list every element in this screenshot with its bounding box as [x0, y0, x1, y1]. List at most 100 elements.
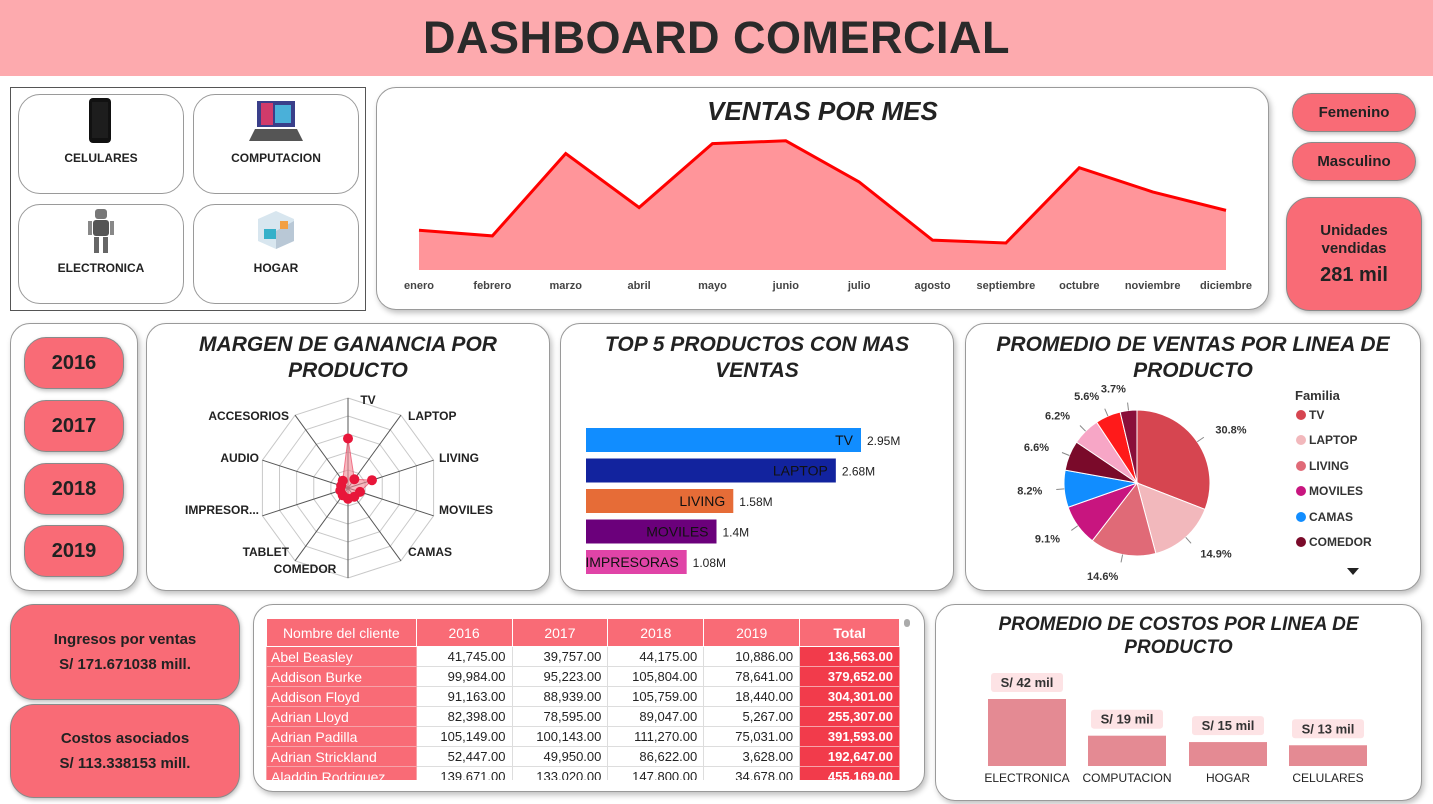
income-card: Ingresos por ventas S/ 171.671038 mill. — [10, 604, 240, 700]
table-cell: 105,759.00 — [607, 686, 705, 707]
pie-legend-item[interactable]: LAPTOP — [1296, 433, 1357, 447]
cost-chart-card: PROMEDIO DE COSTOS POR LINEA DE PRODUCTO… — [935, 604, 1422, 801]
pie-slice-label: 6.6% — [1024, 442, 1049, 454]
table-header-cell[interactable]: 2016 — [415, 618, 513, 647]
pie-legend-item[interactable]: COMEDOR — [1296, 535, 1372, 549]
income-value: S/ 171.671038 mill. — [59, 656, 191, 673]
table-header-cell[interactable]: 2017 — [511, 618, 609, 647]
table-cell: 147,800.00 — [607, 766, 705, 780]
pie-slice-label: 5.6% — [1074, 391, 1099, 403]
category-electronica-button[interactable]: ELECTRONICA — [18, 204, 184, 304]
table-header-cell[interactable]: Total — [799, 618, 900, 647]
category-label: ELECTRONICA — [57, 261, 145, 275]
table-cell: 41,745.00 — [415, 646, 513, 667]
pie-legend-item[interactable]: MOVILES — [1296, 484, 1363, 498]
cost-value-label: S/ 42 mil — [1001, 675, 1054, 690]
cost-category-label: COMPUTACION — [1082, 771, 1171, 785]
top5-value-label: 1.4M — [723, 526, 750, 540]
pie-leader-line — [1196, 436, 1205, 443]
legend-color-dot — [1296, 460, 1306, 471]
table-cell: Abel Beasley — [266, 646, 417, 667]
laptop-icon — [249, 101, 303, 141]
year-2018-button[interactable]: 2018 — [24, 463, 124, 515]
legend-scroll-down-icon[interactable] — [1346, 567, 1360, 577]
cost-value-label: S/ 15 mil — [1202, 718, 1255, 733]
table-cell: 192,647.00 — [799, 746, 900, 767]
table-cell: 111,270.00 — [607, 726, 705, 747]
table-header-cell[interactable]: 2018 — [607, 618, 705, 647]
table-cell: 75,031.00 — [703, 726, 801, 747]
year-2019-button[interactable]: 2019 — [24, 525, 124, 577]
table-row[interactable]: Adrian Padilla 105,149.00 100,143.00 111,27… — [266, 726, 900, 747]
gender-female-button[interactable]: Femenino — [1292, 93, 1416, 132]
table-row[interactable]: Addison Floyd 91,163.00 88,939.00 105,759.0… — [266, 686, 900, 707]
month-tick-label: abril — [627, 280, 650, 292]
cost-bar — [1189, 742, 1267, 766]
table-row[interactable]: Abel Beasley 41,745.00 39,757.00 44,175.00 1… — [266, 646, 900, 667]
pie-chart-card: PROMEDIO DE VENTAS POR LINEA DE PRODUCTO… — [965, 323, 1421, 591]
month-tick-label: diciembre — [1200, 280, 1252, 292]
radar-point — [349, 474, 360, 485]
sales-by-month-chart: enero febrero marzo abril mayo junio julio agos… — [404, 139, 1252, 292]
year-label: 2016 — [51, 351, 97, 374]
year-2017-button[interactable]: 2017 — [24, 400, 124, 452]
table-scrollbar-thumb[interactable] — [904, 619, 910, 627]
table-row[interactable]: Aladdin Rodriguez 139,671.00 133,020.00 147… — [266, 766, 900, 780]
month-tick-label: agosto — [915, 280, 951, 292]
gender-male-button[interactable]: Masculino — [1292, 142, 1416, 181]
legend-label: LAPTOP — [1309, 433, 1358, 448]
table-row[interactable]: Adrian Strickland 52,447.00 49,950.00 86,62… — [266, 746, 900, 767]
radar-axis-label: TV — [360, 393, 375, 407]
table-cell: 95,223.00 — [511, 666, 609, 687]
top5-bar — [586, 428, 861, 452]
table-header-cell[interactable]: Nombre del cliente — [266, 618, 417, 647]
table-cell: 78,641.00 — [703, 666, 801, 687]
legend-label: CAMAS — [1309, 509, 1353, 524]
top5-chart-card: TOP 5 PRODUCTOS CON MAS VENTAS TV 2.95M LA… — [560, 323, 954, 591]
cost-bar — [1088, 735, 1166, 766]
radar-axis-label: ACCESORIOS — [208, 409, 289, 423]
radar-axis-label: LAPTOP — [408, 409, 456, 423]
table-header-cell[interactable]: 2019 — [703, 618, 801, 647]
month-tick-label: julio — [847, 280, 871, 292]
pie-legend-item[interactable]: LIVING — [1296, 459, 1349, 473]
table-cell: 39,757.00 — [511, 646, 609, 667]
legend-color-dot — [1296, 511, 1306, 522]
table-cell: 88,939.00 — [511, 686, 609, 707]
table-row[interactable]: Addison Burke 99,984.00 95,223.00 105,804.0… — [266, 666, 900, 687]
table-row[interactable]: Adrian Lloyd 82,398.00 78,595.00 89,047.00 5… — [266, 706, 900, 727]
gender-female-label: Femenino — [1318, 104, 1390, 121]
table-cell: 105,149.00 — [415, 726, 513, 747]
category-celulares-button[interactable]: CELULARES — [18, 94, 184, 194]
cost-value-label: S/ 13 mil — [1302, 721, 1355, 736]
category-computacion-button[interactable]: COMPUTACION — [193, 94, 359, 194]
radar-axis-label: AUDIO — [220, 451, 259, 465]
table-cell: 82,398.00 — [415, 706, 513, 727]
radar-axis — [262, 487, 349, 517]
table-cell: 100,143.00 — [511, 726, 609, 747]
costs-value: S/ 113.338153 mill. — [59, 755, 191, 772]
table-cell: 304,301.00 — [799, 686, 900, 707]
cost-bar-chart: S/ 42 mil ELECTRONICA S/ 19 mil COMPUTACION… — [984, 673, 1367, 785]
client-table-viewport[interactable]: Nombre del cliente 2016 2017 2018 2019 Total … — [266, 618, 900, 780]
pie-leader-line — [1185, 537, 1192, 544]
top5-bar-category: TV — [835, 432, 854, 448]
table-cell: Adrian Strickland — [266, 746, 417, 767]
pie-legend-item[interactable]: CAMAS — [1296, 510, 1353, 524]
top5-bar-category: IMPRESORAS — [585, 554, 678, 570]
year-2016-button[interactable]: 2016 — [24, 337, 124, 389]
table-cell: 44,175.00 — [607, 646, 705, 667]
radar-axis-label: COMEDOR — [274, 562, 337, 576]
table-cell: 91,163.00 — [415, 686, 513, 707]
category-panel: CELULARES COMPUTACION ELECTRONICA HOGAR — [10, 87, 366, 311]
room-icon — [258, 211, 294, 249]
table-cell: 18,440.00 — [703, 686, 801, 707]
month-tick-label: mayo — [698, 280, 727, 292]
table-cell: Adrian Lloyd — [266, 706, 417, 727]
pie-leader-line — [1056, 488, 1065, 490]
legend-color-dot — [1296, 410, 1306, 420]
costs-label: Costos asociados — [60, 730, 190, 747]
pie-legend-item[interactable]: TV — [1296, 408, 1324, 422]
category-hogar-button[interactable]: HOGAR — [193, 204, 359, 304]
top5-value-label: 1.08M — [693, 556, 726, 570]
